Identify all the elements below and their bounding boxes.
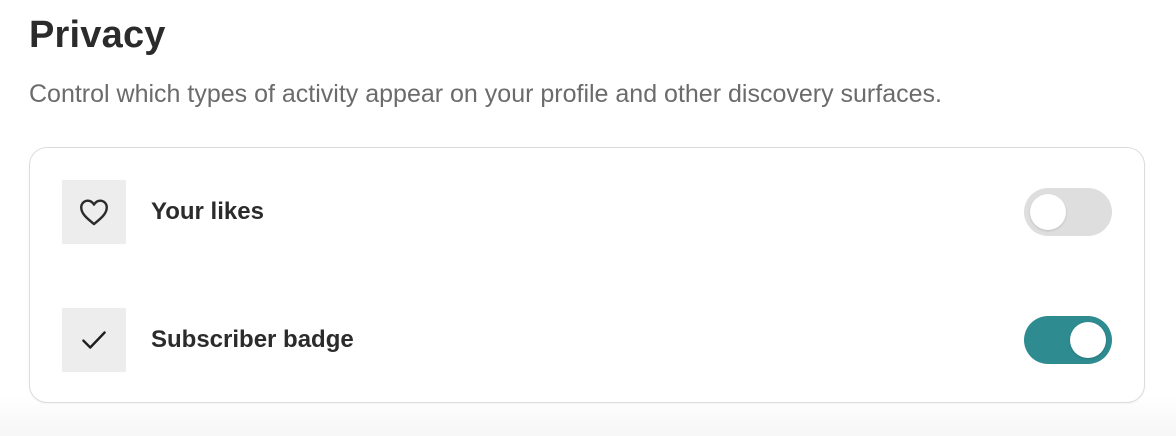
checkmark-icon xyxy=(62,308,126,372)
setting-row-your-likes: Your likes xyxy=(62,180,1112,244)
privacy-settings-card: Your likes Subscriber badge xyxy=(29,147,1145,403)
toggle-knob xyxy=(1030,194,1066,230)
your-likes-toggle[interactable] xyxy=(1024,188,1112,236)
setting-label: Your likes xyxy=(151,198,264,225)
section-title: Privacy xyxy=(29,14,166,56)
setting-label: Subscriber badge xyxy=(151,326,354,353)
section-description: Control which types of activity appear o… xyxy=(29,80,942,108)
heart-icon xyxy=(62,180,126,244)
toggle-knob xyxy=(1070,322,1106,358)
subscriber-badge-toggle[interactable] xyxy=(1024,316,1112,364)
setting-row-subscriber-badge: Subscriber badge xyxy=(62,308,1112,372)
